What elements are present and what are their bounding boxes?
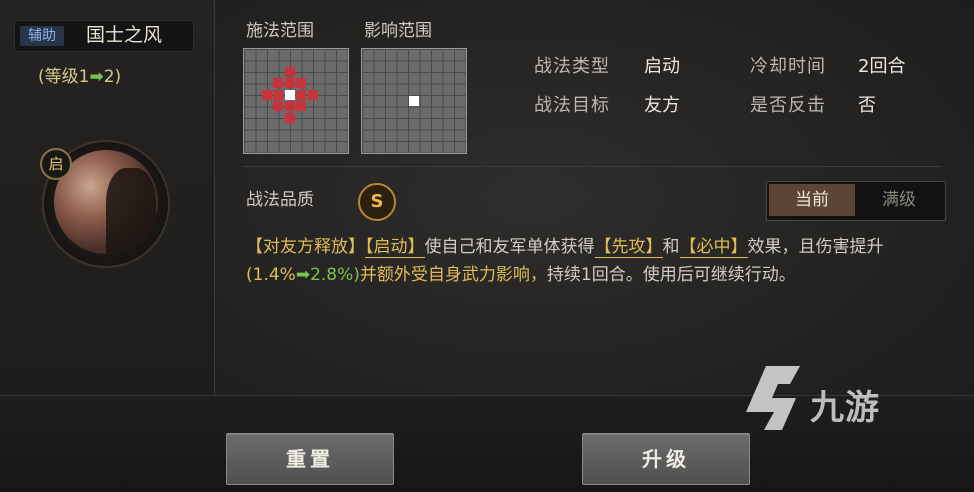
desc-first-strike-term: 【先攻】: [594, 237, 663, 258]
range-cell: [285, 67, 295, 77]
cast-range-grid: [243, 48, 349, 154]
counterattack-value: 否: [858, 95, 876, 116]
desc-text: 使自己和友军单体获得: [424, 237, 595, 257]
desc-trigger-term: 【启动】: [365, 237, 425, 258]
level-from: (等级1: [38, 67, 90, 87]
range-cell: [273, 101, 283, 111]
range-cell: [285, 78, 295, 88]
self-cell: [409, 96, 419, 106]
reset-button[interactable]: 重置: [226, 433, 394, 485]
range-cell: [308, 90, 318, 100]
trigger-badge: 启: [40, 148, 72, 180]
skill-name: 国士之风: [86, 24, 163, 46]
desc-text: 持续1回合。使用后可继续行动。: [546, 265, 796, 285]
effect-range-label: 影响范围: [364, 21, 432, 41]
section-divider: [242, 166, 942, 167]
level-to: 2): [103, 67, 122, 87]
skill-type-label: 战法类型: [534, 56, 610, 77]
desc-text: 效果，且伤害提升: [747, 237, 884, 257]
range-cell: [296, 78, 306, 88]
skill-target-value: 友方: [644, 95, 680, 116]
self-cell: [285, 90, 295, 100]
skill-type-badge: 辅助: [20, 26, 64, 46]
range-cell: [285, 101, 295, 111]
effect-range-grid: [361, 48, 467, 154]
tab-current[interactable]: 当前: [769, 184, 855, 216]
upgrade-button[interactable]: 升级: [582, 433, 750, 485]
skill-target-label: 战法目标: [534, 95, 610, 116]
range-cell: [296, 101, 306, 111]
desc-text: 和: [662, 237, 680, 257]
skill-level: (等级1➡2): [38, 66, 121, 88]
quality-label: 战法品质: [246, 190, 314, 210]
cooldown-value: 2回合: [858, 56, 906, 77]
range-cell: [296, 90, 306, 100]
desc-sure-hit-term: 【必中】: [679, 237, 748, 258]
desc-force-scaling: 并额外受自身武力影响，: [359, 265, 547, 285]
cooldown-label: 冷却时间: [750, 56, 826, 77]
range-cell: [273, 90, 283, 100]
desc-damage-to: ➡2.8%): [295, 265, 360, 285]
desc-damage-from: (1.4%: [246, 265, 296, 285]
skill-description: 【对友方释放】【启动】使自己和友军单体获得【先攻】和【必中】效果，且伤害提升 (1…: [246, 233, 946, 289]
range-cell: [273, 78, 283, 88]
watermark-text: 九游: [810, 388, 880, 428]
cast-range-label: 施法范围: [246, 21, 314, 41]
range-cell: [285, 113, 295, 123]
range-cell: [262, 90, 272, 100]
desc-target-tag: 【对友方释放】: [246, 237, 365, 257]
level-arrow-icon: ➡: [89, 67, 104, 87]
counterattack-label: 是否反击: [750, 95, 826, 116]
quality-grade-badge: S: [358, 183, 396, 221]
skill-type-value: 启动: [644, 56, 680, 77]
tab-max-level[interactable]: 满级: [856, 184, 942, 216]
